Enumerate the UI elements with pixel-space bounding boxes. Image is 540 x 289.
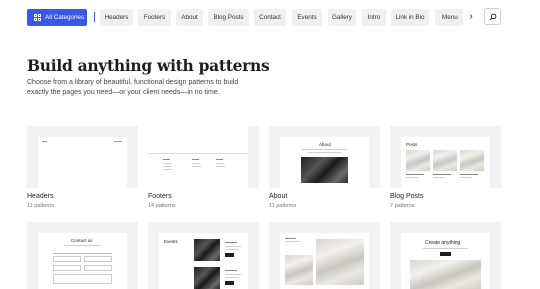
card-title: Headers — [27, 193, 54, 200]
grid-icon — [34, 14, 41, 21]
pattern-preview: Contact us — [27, 222, 138, 289]
page-title: Build anything with patterns — [27, 56, 270, 75]
category-blog-posts[interactable]: Blog Posts — [208, 9, 249, 26]
card-title: About — [269, 193, 288, 200]
card-count: 7 patterns — [390, 203, 415, 209]
pattern-preview: Events — [148, 222, 259, 289]
category-link-in-bio[interactable]: Link in Bio — [391, 9, 429, 26]
page-subtitle: Choose from a library of beautiful, func… — [27, 79, 239, 97]
preview-heading: Create anything — [425, 240, 461, 246]
preview-heading: About — [319, 142, 331, 147]
search-icon — [489, 13, 497, 21]
category-bar: All Categories Headers Footers About Blo… — [0, 0, 540, 36]
preview-heading: Events — [164, 239, 178, 244]
all-categories-button[interactable]: All Categories — [27, 9, 87, 26]
preview-heading: Contact us — [71, 238, 93, 243]
category-intro[interactable]: Intro — [362, 9, 386, 26]
category-divider — [94, 12, 95, 22]
pattern-preview: Posts — [390, 126, 501, 188]
category-events[interactable]: Events — [292, 9, 322, 26]
category-footers[interactable]: Footers — [138, 9, 171, 26]
pattern-preview: Create anything — [390, 222, 501, 289]
pattern-preview: About — [269, 126, 380, 188]
category-headers[interactable]: Headers — [100, 9, 133, 26]
pattern-preview — [148, 126, 259, 188]
pattern-preview — [27, 126, 138, 188]
card-title: Footers — [148, 193, 172, 200]
all-categories-label: All Categories — [45, 14, 85, 21]
category-contact[interactable]: Contact — [254, 9, 286, 26]
category-menu[interactable]: Menu — [435, 9, 463, 26]
card-count: 11 patterns — [27, 203, 55, 209]
card-title: Blog Posts — [390, 193, 424, 200]
card-count: 14 patterns — [148, 203, 176, 209]
category-gallery[interactable]: Gallery — [328, 9, 356, 26]
pattern-preview — [269, 222, 380, 289]
preview-heading: Posts — [406, 142, 418, 147]
search-button[interactable] — [484, 8, 501, 25]
card-count: 11 patterns — [269, 203, 297, 209]
category-about[interactable]: About — [176, 9, 203, 26]
chevron-right-icon[interactable]: › — [466, 9, 476, 26]
